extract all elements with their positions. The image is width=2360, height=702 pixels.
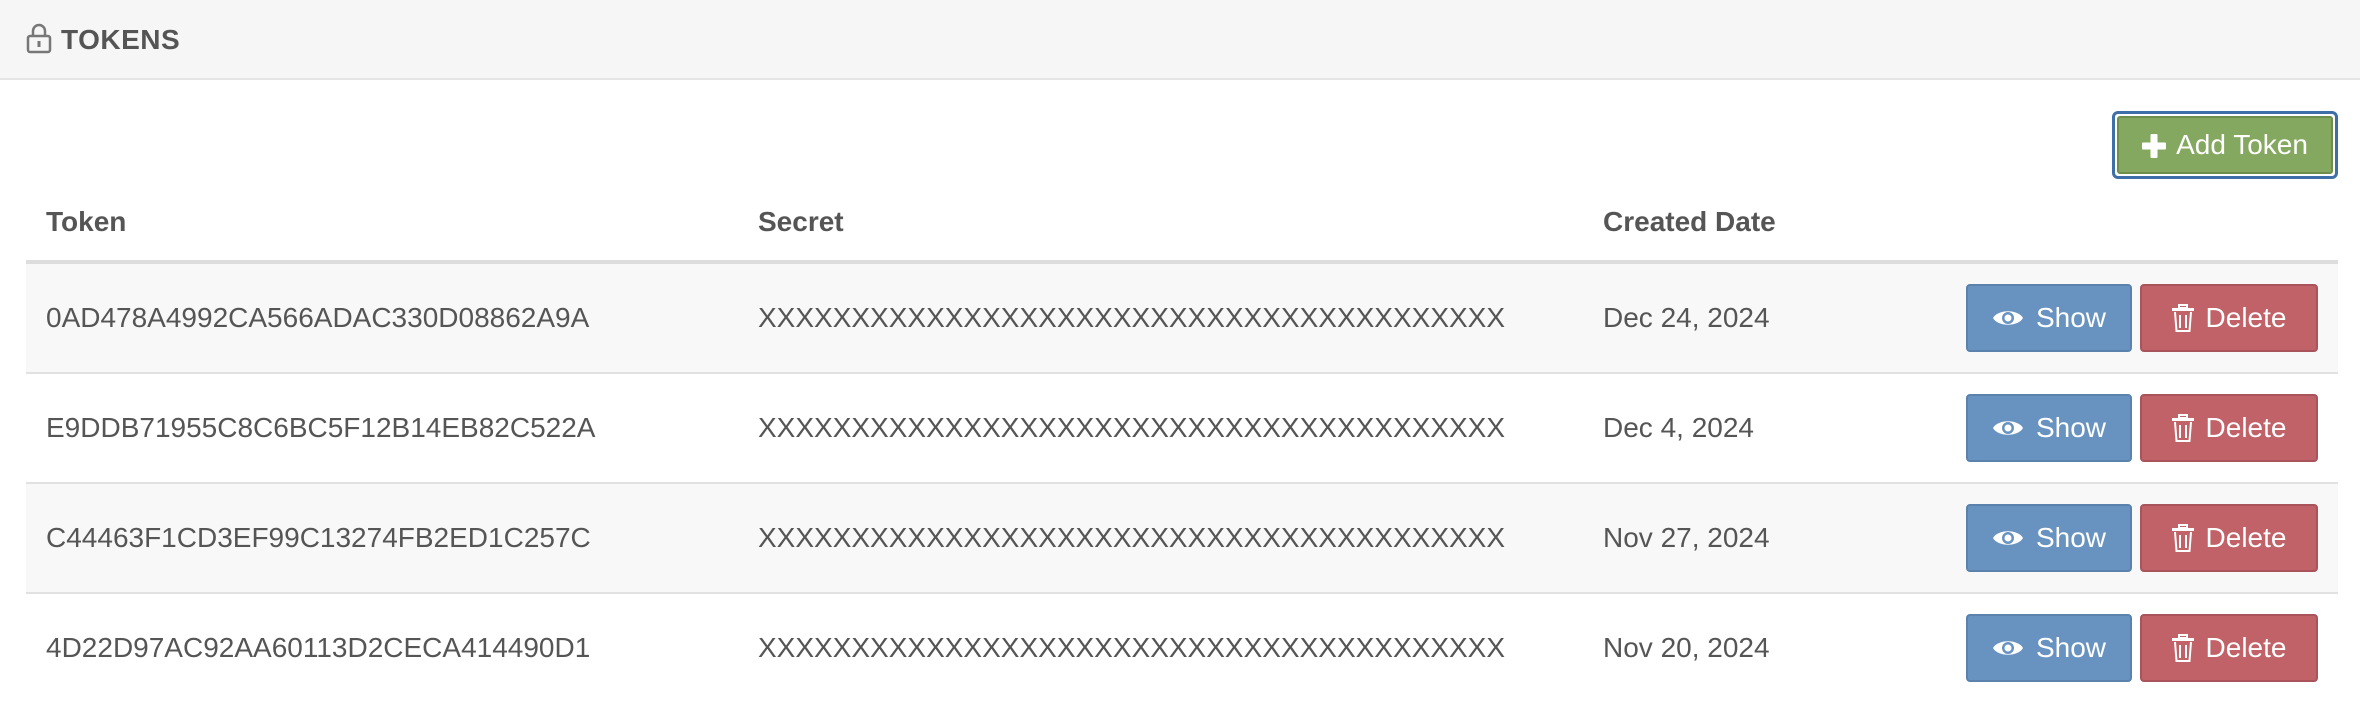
delete-label: Delete — [2205, 522, 2287, 553]
eye-icon — [1992, 417, 2024, 439]
trash-icon — [2171, 524, 2194, 552]
table-row: E9DDB71955C8C6BC5F12B14EB82C522A XXXXXXX… — [26, 374, 2338, 484]
delete-button[interactable]: Delete — [2140, 394, 2318, 462]
tokens-panel: TOKENS Add Token Token Secret Created Da… — [0, 0, 2360, 702]
show-button[interactable]: Show — [1966, 614, 2132, 682]
add-token-button-focus-ring: Add Token — [2112, 111, 2338, 179]
delete-label: Delete — [2205, 412, 2287, 443]
created-date-value: Nov 27, 2024 — [1603, 522, 1770, 553]
add-token-button[interactable]: Add Token — [2117, 116, 2333, 174]
secret-value: XXXXXXXXXXXXXXXXXXXXXXXXXXXXXXXXXXXXXXXX — [758, 522, 1506, 553]
table-row: 4D22D97AC92AA60113D2CECA414490D1 XXXXXXX… — [26, 594, 2338, 702]
column-header-token: Token — [46, 206, 127, 237]
lock-icon — [26, 22, 52, 54]
created-date-value: Dec 4, 2024 — [1603, 412, 1754, 443]
token-value: 4D22D97AC92AA60113D2CECA414490D1 — [46, 632, 591, 663]
show-button[interactable]: Show — [1966, 504, 2132, 572]
eye-icon — [1992, 637, 2024, 659]
trash-icon — [2171, 304, 2194, 332]
secret-value: XXXXXXXXXXXXXXXXXXXXXXXXXXXXXXXXXXXXXXXX — [758, 412, 1506, 443]
tokens-table: Token Secret Created Date 0AD478A4992CA5… — [26, 190, 2338, 702]
show-label: Show — [2035, 412, 2107, 443]
delete-label: Delete — [2205, 302, 2287, 333]
table-row: 0AD478A4992CA566ADAC330D08862A9A XXXXXXX… — [26, 264, 2338, 374]
column-header-secret: Secret — [758, 206, 844, 237]
add-token-label: Add Token — [2176, 129, 2308, 160]
trash-icon — [2171, 634, 2194, 662]
show-label: Show — [2035, 302, 2107, 333]
trash-icon — [2171, 414, 2194, 442]
delete-button[interactable]: Delete — [2140, 504, 2318, 572]
delete-button[interactable]: Delete — [2140, 284, 2318, 352]
token-value: C44463F1CD3EF99C13274FB2ED1C257C — [46, 522, 591, 553]
page-title: TOKENS — [61, 24, 181, 55]
show-button[interactable]: Show — [1966, 284, 2132, 352]
panel-header: TOKENS — [0, 0, 2360, 80]
eye-icon — [1992, 527, 2024, 549]
token-value: E9DDB71955C8C6BC5F12B14EB82C522A — [46, 412, 596, 443]
show-label: Show — [2035, 522, 2107, 553]
column-header-created-date: Created Date — [1603, 206, 1776, 237]
show-button[interactable]: Show — [1966, 394, 2132, 462]
eye-icon — [1992, 307, 2024, 329]
show-label: Show — [2035, 632, 2107, 663]
table-header: Token Secret Created Date — [26, 190, 2338, 264]
created-date-value: Nov 20, 2024 — [1603, 632, 1770, 663]
table-row: C44463F1CD3EF99C13274FB2ED1C257C XXXXXXX… — [26, 484, 2338, 594]
token-value: 0AD478A4992CA566ADAC330D08862A9A — [46, 302, 590, 333]
created-date-value: Dec 24, 2024 — [1603, 302, 1770, 333]
secret-value: XXXXXXXXXXXXXXXXXXXXXXXXXXXXXXXXXXXXXXXX — [758, 632, 1506, 663]
secret-value: XXXXXXXXXXXXXXXXXXXXXXXXXXXXXXXXXXXXXXXX — [758, 302, 1506, 333]
delete-button[interactable]: Delete — [2140, 614, 2318, 682]
table-body: 0AD478A4992CA566ADAC330D08862A9A XXXXXXX… — [26, 264, 2338, 702]
delete-label: Delete — [2205, 632, 2287, 663]
plus-icon — [2142, 133, 2167, 158]
